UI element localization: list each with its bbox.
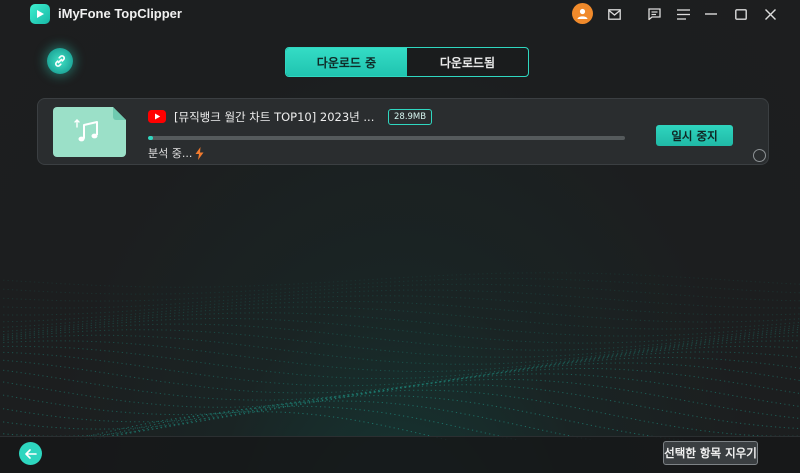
wave-line xyxy=(0,340,800,373)
back-arrow-icon[interactable] xyxy=(19,442,42,465)
download-progress-bar xyxy=(148,136,625,140)
title-bar: iMyFone TopClipper xyxy=(0,0,800,28)
wave-line xyxy=(0,312,800,337)
mail-icon[interactable] xyxy=(603,4,625,24)
wave-line xyxy=(0,384,800,430)
wave-line xyxy=(0,301,800,323)
wave-line xyxy=(0,329,800,358)
wave-line xyxy=(87,400,595,440)
minimize-icon[interactable] xyxy=(700,4,722,24)
download-title: [뮤직뱅크 월간 차트 TOP10] 2023년 ... xyxy=(174,110,375,124)
clear-selected-button[interactable]: 선택한 항목 지우기 xyxy=(663,441,758,465)
menu-icon[interactable] xyxy=(672,4,694,24)
download-progress-fill xyxy=(148,136,153,140)
wave-line xyxy=(0,295,800,316)
user-avatar-icon[interactable] xyxy=(572,3,593,24)
wave-line xyxy=(77,395,686,440)
app-window: iMyFone TopClipper 다운로드 중 다운로드됨 [뮤직뱅크 월간… xyxy=(0,0,800,473)
wave-line xyxy=(0,368,800,408)
wave-line xyxy=(0,351,800,387)
app-logo-icon xyxy=(30,4,50,24)
tab-downloaded[interactable]: 다운로드됨 xyxy=(407,48,528,76)
lightning-icon xyxy=(195,146,204,160)
pause-button[interactable]: 일시 중지 xyxy=(656,125,733,146)
app-title: iMyFone TopClipper xyxy=(58,6,182,21)
download-item-card[interactable]: [뮤직뱅크 월간 차트 TOP10] 2023년 ... 28.9MB 분석 중… xyxy=(37,98,769,165)
youtube-icon xyxy=(148,110,166,123)
wave-line xyxy=(0,289,800,309)
wave-pattern-background xyxy=(0,272,800,440)
maximize-icon[interactable] xyxy=(730,4,752,24)
close-icon[interactable] xyxy=(759,4,781,24)
download-status: 분석 중... xyxy=(148,145,204,161)
wave-line xyxy=(0,362,800,401)
link-icon[interactable] xyxy=(47,48,73,74)
wave-line xyxy=(0,323,800,351)
tab-downloading[interactable]: 다운로드 중 xyxy=(286,48,407,76)
wave-line xyxy=(0,317,800,344)
file-size-badge: 28.9MB xyxy=(388,109,433,125)
wave-line xyxy=(0,389,800,437)
wave-line xyxy=(0,272,800,288)
wave-line xyxy=(0,357,800,394)
select-item-radio[interactable] xyxy=(753,149,766,162)
wave-line xyxy=(0,378,800,423)
download-tabs: 다운로드 중 다운로드됨 xyxy=(285,47,529,77)
wave-line xyxy=(0,283,800,302)
wave-line xyxy=(0,278,800,295)
status-text: 분석 중... xyxy=(148,147,193,160)
wave-line xyxy=(81,405,520,440)
feedback-icon[interactable] xyxy=(643,4,665,24)
wave-line xyxy=(0,373,800,416)
wave-line xyxy=(0,334,800,365)
music-file-icon xyxy=(53,107,126,157)
wave-line xyxy=(0,345,800,380)
wave-line xyxy=(0,306,800,330)
